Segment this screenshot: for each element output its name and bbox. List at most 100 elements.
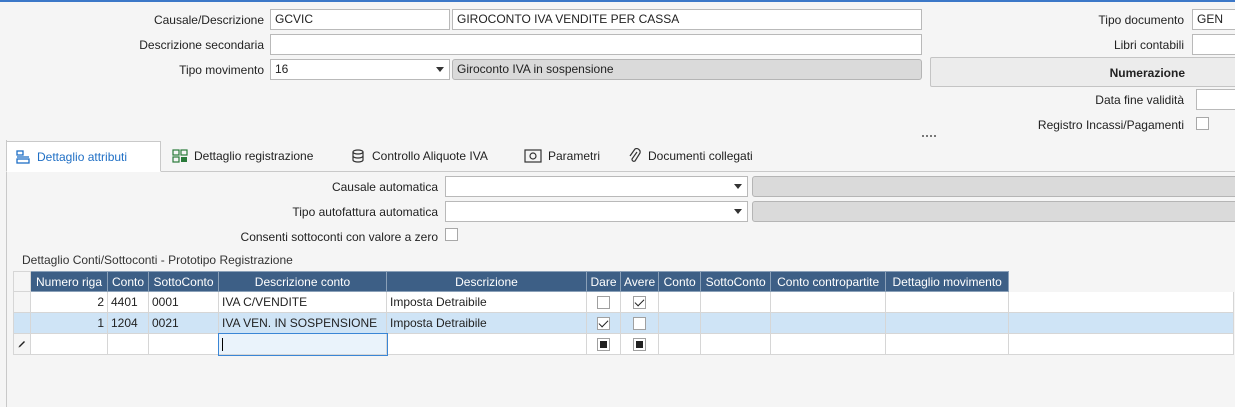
col-numero-riga[interactable]: Numero riga <box>30 271 108 292</box>
grid-section-label: Dettaglio Conti/Sottoconti - Prototipo R… <box>22 253 293 267</box>
cell-descrizione-conto[interactable]: IVA C/VENDITE <box>218 291 387 313</box>
window-top-accent <box>0 0 1235 2</box>
causale-automatica-select[interactable] <box>445 176 748 197</box>
tipo-movimento-value: 16 <box>275 62 289 76</box>
new-row[interactable] <box>13 332 1235 356</box>
col-avere[interactable]: Avere <box>619 271 660 292</box>
tab-controllo-aliquote[interactable]: Controllo Aliquote IVA <box>342 141 496 171</box>
col-dettaglio-movimento[interactable]: Dettaglio movimento <box>885 271 1010 292</box>
cell-avere[interactable] <box>619 312 660 334</box>
tipo-movimento-select[interactable]: 16 <box>270 59 450 80</box>
cell-avere[interactable] <box>619 333 660 355</box>
cell-dettaglio-movimento[interactable] <box>885 291 1010 313</box>
cell-dare[interactable] <box>586 291 621 313</box>
cell-sottoconto-2[interactable] <box>700 291 772 313</box>
descrizione-secondaria-input[interactable] <box>270 34 922 55</box>
causale-code-input[interactable]: GCVIC <box>270 9 450 30</box>
cell-avere[interactable] <box>619 291 660 313</box>
numerazione-panel[interactable]: Numerazione <box>930 57 1235 87</box>
registro-incassi-checkbox[interactable] <box>1196 117 1209 130</box>
col-conto-contropartite[interactable]: Conto contropartite <box>770 271 887 292</box>
causale-automatica-description <box>752 176 1235 197</box>
col-conto-2[interactable]: Conto <box>658 271 702 292</box>
row-indicator[interactable] <box>13 312 31 334</box>
tab-documenti-collegati[interactable]: Documenti collegati <box>620 141 761 171</box>
tipo-autofattura-select[interactable] <box>445 201 748 222</box>
col-conto[interactable]: Conto <box>107 271 149 292</box>
cell-conto[interactable]: 1204 <box>107 312 149 334</box>
chevron-down-icon[interactable] <box>734 209 742 214</box>
tab-bar: Dettaglio attributi Dettaglio registrazi… <box>6 141 1235 172</box>
cell-conto-2[interactable] <box>658 312 702 334</box>
cell-dare[interactable] <box>586 312 621 334</box>
table-row[interactable]: 2 4401 0001 IVA C/VENDITE Imposta Detrai… <box>13 291 1235 313</box>
cell-numero-riga[interactable]: 2 <box>30 291 108 313</box>
tipo-documento-label: Tipo documento <box>1098 13 1184 27</box>
avere-checkbox[interactable] <box>633 296 647 310</box>
consenti-sottoconti-label: Consenti sottoconti con valore a zero <box>240 230 438 244</box>
tipo-movimento-description: Giroconto IVA in sospensione <box>452 59 922 80</box>
chevron-down-icon[interactable] <box>436 67 444 72</box>
cell-conto-2[interactable] <box>658 333 702 355</box>
cell-sottoconto-2[interactable] <box>700 333 772 355</box>
libri-contabili-label: Libri contabili <box>1113 38 1184 52</box>
tab-label: Documenti collegati <box>648 149 753 163</box>
cell-descrizione[interactable] <box>386 333 587 355</box>
cell-dettaglio-movimento[interactable] <box>885 312 1010 334</box>
cell-sottoconto[interactable] <box>148 333 219 355</box>
grid-header-row: Numero riga Conto SottoConto Descrizione… <box>13 271 1235 292</box>
tab-label: Dettaglio attributi <box>37 149 128 164</box>
tab-label: Dettaglio registrazione <box>194 149 314 163</box>
coins-icon <box>352 149 364 163</box>
tipo-autofattura-label: Tipo autofattura automatica <box>292 205 438 219</box>
cell-conto-2[interactable] <box>658 291 702 313</box>
tipo-documento-input[interactable]: GEN <box>1192 9 1235 30</box>
cell-conto-contropartite[interactable] <box>770 333 887 355</box>
avere-checkbox-indeterminate[interactable] <box>633 338 647 352</box>
cell-sottoconto-2[interactable] <box>700 312 772 334</box>
col-sottoconto-2[interactable]: SottoConto <box>700 271 772 292</box>
cell-conto[interactable] <box>107 333 149 355</box>
libri-contabili-input[interactable] <box>1192 34 1235 55</box>
col-descrizione-conto[interactable]: Descrizione conto <box>218 271 387 292</box>
splitter-grip[interactable] <box>922 135 936 137</box>
cell-numero-riga[interactable] <box>30 333 108 355</box>
causale-description-input[interactable]: GIROCONTO IVA VENDITE PER CASSA <box>452 9 922 30</box>
dare-checkbox[interactable] <box>597 296 610 310</box>
dare-checkbox[interactable] <box>597 317 610 331</box>
row-indicator[interactable] <box>13 333 31 355</box>
text-caret <box>222 338 223 352</box>
cell-numero-riga[interactable]: 1 <box>30 312 108 334</box>
registro-incassi-label: Registro Incassi/Pagamenti <box>1037 118 1184 132</box>
cell-descrizione[interactable]: Imposta Detraibile <box>386 312 587 334</box>
cell-sottoconto[interactable]: 0021 <box>148 312 219 334</box>
cell-descrizione-conto-editing[interactable] <box>217 332 388 356</box>
chevron-down-icon[interactable] <box>734 184 742 189</box>
tab-parametri[interactable]: Parametri <box>516 141 608 171</box>
tab-dettaglio-attributi[interactable]: Dettaglio attributi <box>6 141 161 172</box>
cell-conto-contropartite[interactable] <box>770 312 887 334</box>
tab-dettaglio-registrazione[interactable]: Dettaglio registrazione <box>164 141 321 171</box>
consenti-sottoconti-checkbox[interactable] <box>445 228 458 241</box>
causale-automatica-label: Causale automatica <box>331 180 438 194</box>
cell-descrizione-conto[interactable]: IVA VEN. IN SOSPENSIONE <box>218 312 387 334</box>
accounts-grid: Numero riga Conto SottoConto Descrizione… <box>13 271 1235 356</box>
cell-sottoconto[interactable]: 0001 <box>148 291 219 313</box>
cell-conto-contropartite[interactable] <box>770 291 887 313</box>
table-row[interactable]: 1 1204 0021 IVA VEN. IN SOSPENSIONE Impo… <box>13 312 1235 334</box>
col-dare[interactable]: Dare <box>586 271 621 292</box>
dare-checkbox-indeterminate[interactable] <box>597 338 610 352</box>
cell-conto[interactable]: 4401 <box>107 291 149 313</box>
cell-dare[interactable] <box>586 333 621 355</box>
avere-checkbox[interactable] <box>633 317 647 331</box>
col-sottoconto[interactable]: SottoConto <box>148 271 219 292</box>
numerazione-label: Numerazione <box>1109 66 1185 80</box>
col-descrizione[interactable]: Descrizione <box>386 271 587 292</box>
cell-descrizione[interactable]: Imposta Detraibile <box>386 291 587 313</box>
cell-dettaglio-movimento[interactable] <box>885 333 1010 355</box>
data-fine-validita-label: Data fine validità <box>1095 93 1184 107</box>
row-indicator[interactable] <box>13 291 31 313</box>
descrizione-secondaria-label: Descrizione secondaria <box>139 38 264 52</box>
row-indicator-header <box>13 271 31 292</box>
data-fine-validita-input[interactable] <box>1196 89 1235 110</box>
